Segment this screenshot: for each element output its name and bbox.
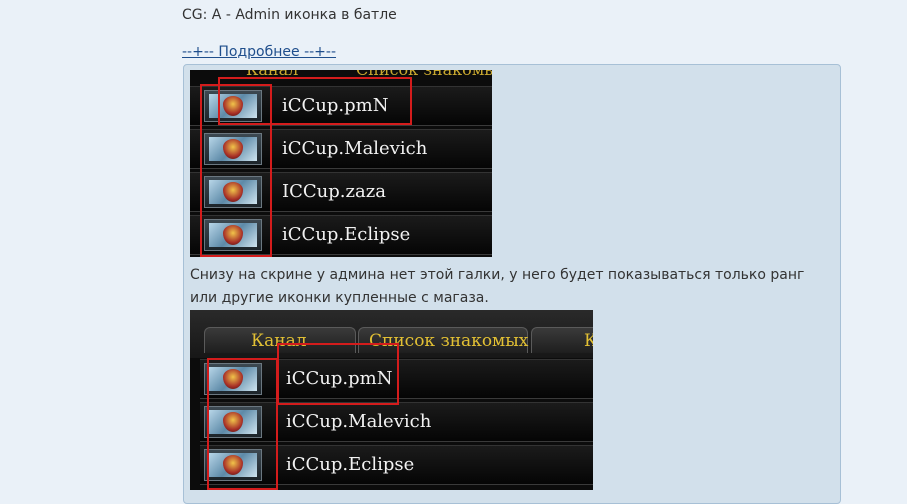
player-name: iCCup.Eclipse bbox=[282, 224, 411, 245]
game-screenshot-1: Канал Список знакомых iCCup.pmN iCCup.Ma… bbox=[190, 70, 492, 257]
spoiler-toggle-link[interactable]: --+-- Подробнее --+-- bbox=[182, 44, 336, 60]
game-screenshot-2: Канал Список знакомых К iCCup.pmN iCCup.… bbox=[190, 310, 593, 490]
player-name: iCCup.Malevich bbox=[286, 411, 432, 432]
post-caption: Снизу на скрине у админа нет этой галки,… bbox=[190, 267, 805, 306]
highlight-box-name bbox=[277, 343, 399, 405]
player-name: iCCup.Malevich bbox=[282, 138, 428, 159]
player-name: iCCup.Eclipse bbox=[286, 454, 415, 475]
player-name: ICCup.zaza bbox=[282, 181, 386, 202]
highlight-box-icons bbox=[207, 358, 278, 490]
highlight-box-icons bbox=[200, 84, 272, 257]
tab-third-label: К bbox=[584, 331, 593, 351]
tab-third: К bbox=[531, 327, 593, 353]
post-title: CG: A - Admin иконка в батле bbox=[182, 7, 397, 23]
